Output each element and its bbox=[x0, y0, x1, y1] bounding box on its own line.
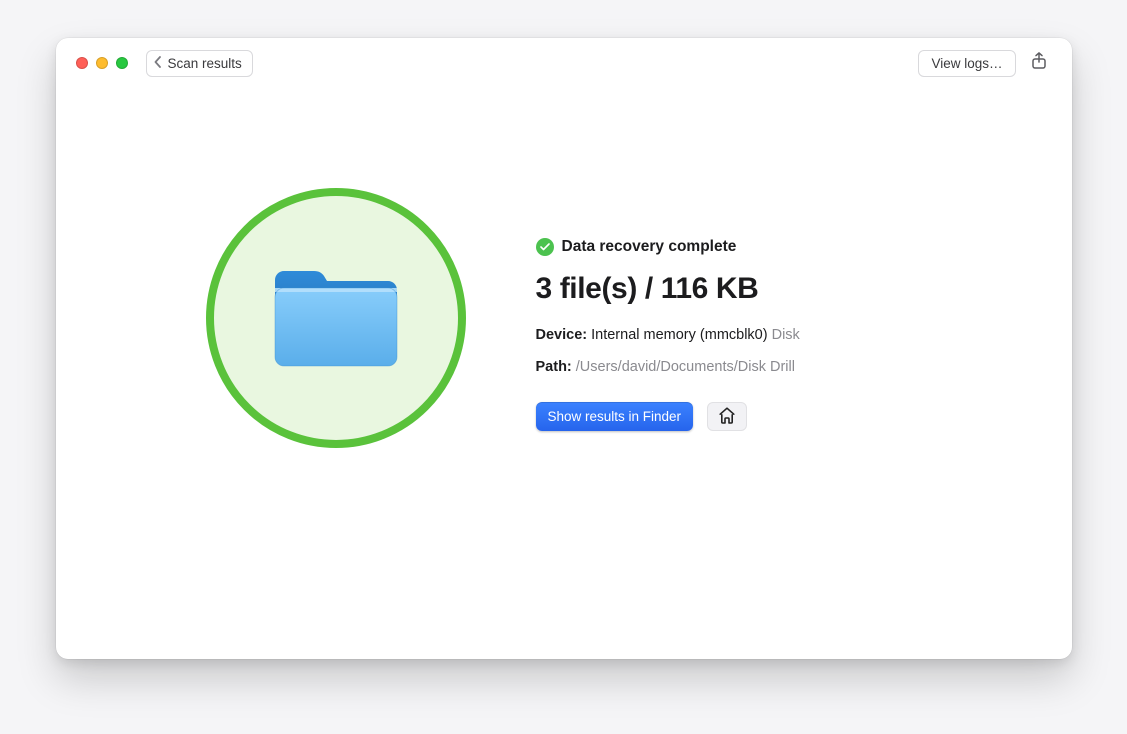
success-check-icon bbox=[536, 238, 554, 256]
view-logs-label: View logs… bbox=[931, 56, 1002, 71]
show-in-finder-button[interactable]: Show results in Finder bbox=[536, 402, 694, 431]
home-button[interactable] bbox=[707, 402, 747, 431]
device-line: Device: Internal memory (mmcblk0) Disk bbox=[536, 327, 800, 343]
result-illustration bbox=[206, 188, 466, 448]
main-content: Data recovery complete 3 file(s) / 116 K… bbox=[56, 188, 1072, 448]
home-icon bbox=[718, 407, 736, 427]
chevron-left-icon bbox=[154, 56, 162, 71]
minimize-window-button[interactable] bbox=[96, 57, 108, 69]
toolbar: Scan results View logs… bbox=[56, 38, 1072, 88]
close-window-button[interactable] bbox=[76, 57, 88, 69]
share-icon bbox=[1031, 52, 1047, 75]
path-line: Path: /Users/david/Documents/Disk Drill bbox=[536, 359, 800, 375]
path-label: Path: bbox=[536, 359, 572, 375]
app-window: Scan results View logs… bbox=[56, 38, 1072, 659]
status-row: Data recovery complete bbox=[536, 238, 800, 256]
device-label: Device: bbox=[536, 327, 588, 343]
back-button[interactable]: Scan results bbox=[146, 50, 253, 77]
action-row: Show results in Finder bbox=[536, 402, 800, 431]
window-controls bbox=[76, 57, 128, 69]
path-value: /Users/david/Documents/Disk Drill bbox=[576, 359, 795, 375]
back-button-label: Scan results bbox=[168, 56, 242, 71]
view-logs-button[interactable]: View logs… bbox=[918, 50, 1015, 77]
result-info: Data recovery complete 3 file(s) / 116 K… bbox=[536, 188, 800, 431]
share-button[interactable] bbox=[1026, 50, 1052, 77]
folder-icon bbox=[271, 266, 401, 370]
maximize-window-button[interactable] bbox=[116, 57, 128, 69]
summary-headline: 3 file(s) / 116 KB bbox=[536, 272, 800, 306]
device-name: Internal memory (mmcblk0) bbox=[591, 327, 767, 343]
device-type-tag: Disk bbox=[772, 327, 800, 343]
show-in-finder-label: Show results in Finder bbox=[548, 409, 682, 424]
status-message: Data recovery complete bbox=[562, 238, 737, 256]
